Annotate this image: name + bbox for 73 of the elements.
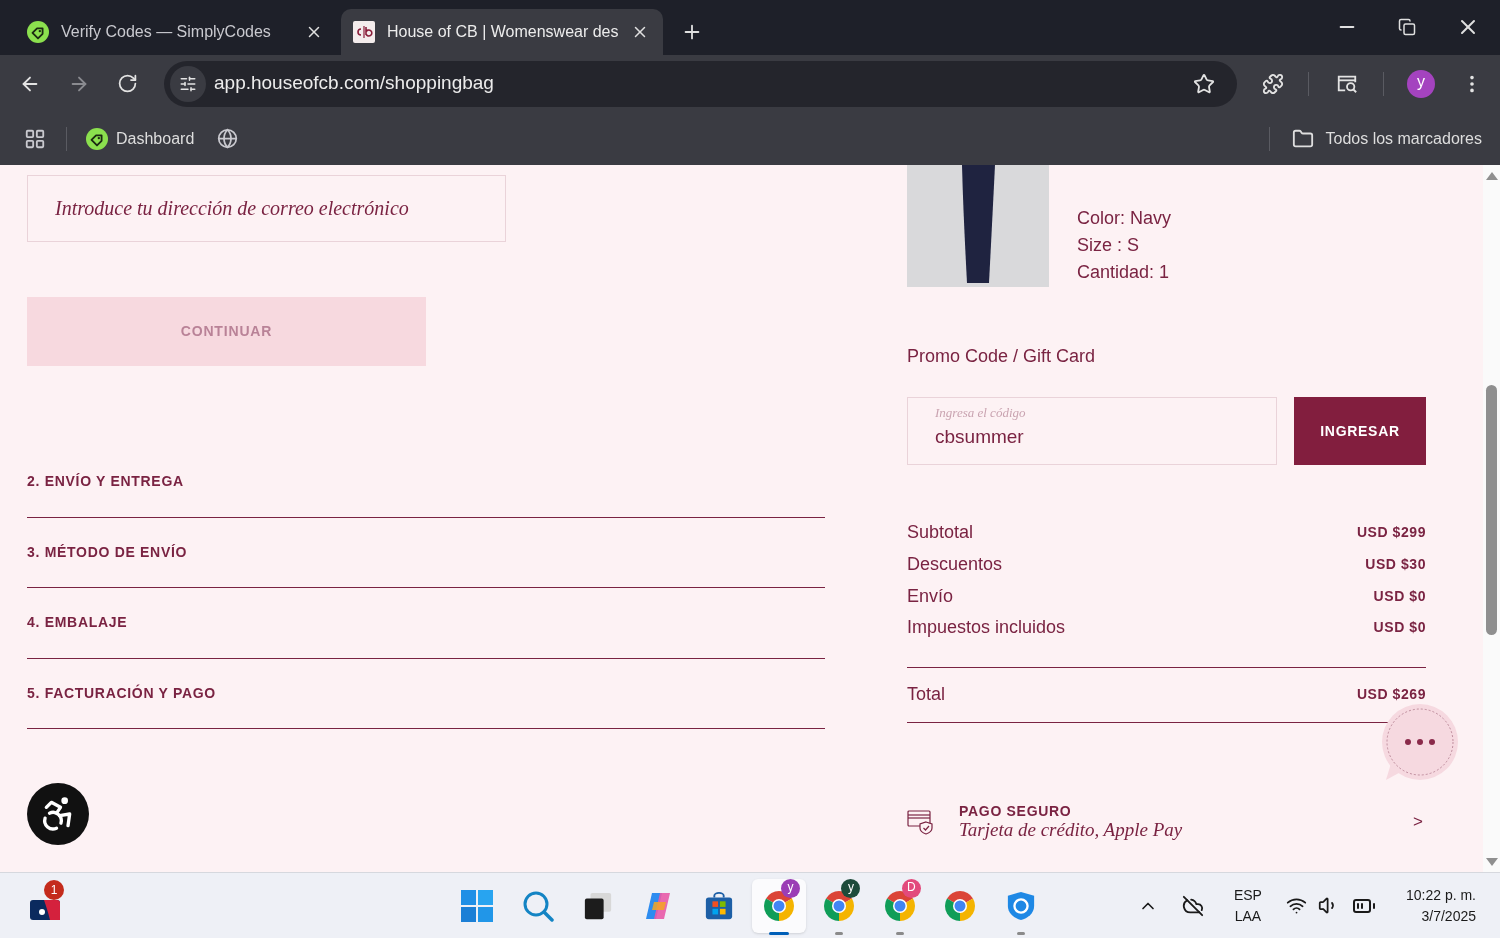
- summary-value: USD $0: [1373, 586, 1426, 606]
- item-detail: Size : S: [1077, 234, 1141, 257]
- cloud-icon[interactable]: [1181, 894, 1204, 917]
- step-heading[interactable]: 5. FACTURACIÓN Y PAGO: [27, 682, 216, 704]
- scrollbar-thumb[interactable]: [1486, 385, 1497, 635]
- sliders-icon: [179, 74, 197, 93]
- search-icon: [521, 889, 554, 922]
- scrollbar[interactable]: [1483, 165, 1500, 872]
- notification-badge: 1: [44, 879, 64, 900]
- summary-value: USD $0: [1373, 618, 1426, 638]
- tag-logo-icon: [27, 21, 49, 43]
- email-field[interactable]: Introduce tu dirección de correo electrónico: [27, 175, 506, 242]
- running-indicator: [769, 931, 790, 935]
- puzzle-icon[interactable]: [1262, 72, 1284, 95]
- apply-code-button[interactable]: INGRESAR: [1294, 397, 1426, 465]
- chrome-icon: [883, 889, 916, 922]
- favicon-icon: [353, 21, 375, 43]
- taskbar-app[interactable]: D: [872, 878, 927, 933]
- total-value: USD $269: [1356, 685, 1426, 705]
- profile-badge: y: [841, 878, 861, 898]
- apps-grid-icon[interactable]: [24, 127, 46, 150]
- clock[interactable]: 10:22 p. m. 3/7/2025: [1405, 884, 1476, 927]
- chrome-icon: [944, 889, 977, 922]
- running-indicator: [895, 931, 904, 935]
- shield-icon: [1005, 889, 1036, 922]
- item-detail: Cantidad: 1: [1077, 261, 1171, 284]
- step-heading[interactable]: 3. MÉTODO DE ENVÍO: [27, 541, 188, 563]
- taskbar-app[interactable]: y: [812, 878, 867, 933]
- summary-label: Subtotal: [907, 521, 974, 545]
- profile-badge: y: [781, 878, 801, 898]
- tab-title: House of CB | Womenswear des: [387, 22, 619, 42]
- tab-title: Verify Codes — SimplyCodes: [61, 22, 272, 42]
- tag-logo-icon: [86, 127, 108, 150]
- step-heading[interactable]: 4. EMBALAJE: [27, 612, 128, 634]
- scroll-down-icon[interactable]: [1485, 858, 1498, 866]
- language-indicator[interactable]: ESP LAA: [1233, 884, 1262, 927]
- summary-label: Impuestos incluidos: [907, 616, 1066, 640]
- promo-code-field[interactable]: Ingresa el código cbsummer: [907, 397, 1277, 465]
- taskbar-app[interactable]: y: [752, 878, 807, 933]
- running-indicator: [835, 931, 844, 935]
- browser-tab[interactable]: Verify Codes — SimplyCodes: [15, 9, 337, 55]
- running-indicator: [1016, 931, 1025, 935]
- summary-value: USD $299: [1356, 523, 1426, 543]
- task-view-icon: [582, 890, 613, 921]
- arrow-text: >: [1413, 811, 1424, 833]
- card-shield-icon: [907, 808, 933, 835]
- secure-payment-title: PAGO SEGURO: [959, 802, 1073, 819]
- scroll-up-icon[interactable]: [1485, 172, 1498, 180]
- address-bar[interactable]: app.houseofcb.com/shoppingbag: [164, 60, 1237, 107]
- store-bag-icon: [703, 890, 734, 921]
- step-heading[interactable]: 2. ENVÍO Y ENTREGA: [27, 471, 184, 493]
- restore-icon[interactable]: [1398, 17, 1416, 36]
- star-icon[interactable]: [1193, 72, 1215, 95]
- total-label: Total: [907, 683, 946, 707]
- url-text: app.houseofcb.com/shoppingbag: [214, 71, 495, 96]
- browser-tab[interactable]: House of CB | Womenswear des: [341, 9, 663, 55]
- site-info-button[interactable]: [170, 65, 206, 102]
- bookmark-link[interactable]: Dashboard: [86, 126, 195, 151]
- summary-label: Descuentos: [907, 553, 1003, 577]
- windows-logo-icon: [461, 889, 494, 922]
- item-detail: Color: Navy: [1077, 207, 1172, 230]
- profile-avatar[interactable]: y: [1407, 69, 1435, 98]
- summary-value: USD $30: [1365, 555, 1426, 575]
- all-bookmarks-button[interactable]: Todos los marcadores: [1292, 126, 1482, 151]
- summary-label: Envío: [907, 584, 954, 608]
- promo-heading: Promo Code / Gift Card: [907, 345, 1097, 368]
- folder-icon: [1292, 127, 1315, 150]
- profile-badge: D: [901, 878, 921, 898]
- globe-icon[interactable]: [217, 128, 239, 149]
- payment-methods: Tarjeta de crédito, Apple Pay: [959, 818, 1184, 841]
- flag-app-icon[interactable]: [30, 899, 60, 920]
- reload-icon[interactable]: [117, 73, 138, 94]
- secure-payment-row[interactable]: PAGO SEGURO Tarjeta de crédito, Apple Pay >: [907, 802, 1426, 841]
